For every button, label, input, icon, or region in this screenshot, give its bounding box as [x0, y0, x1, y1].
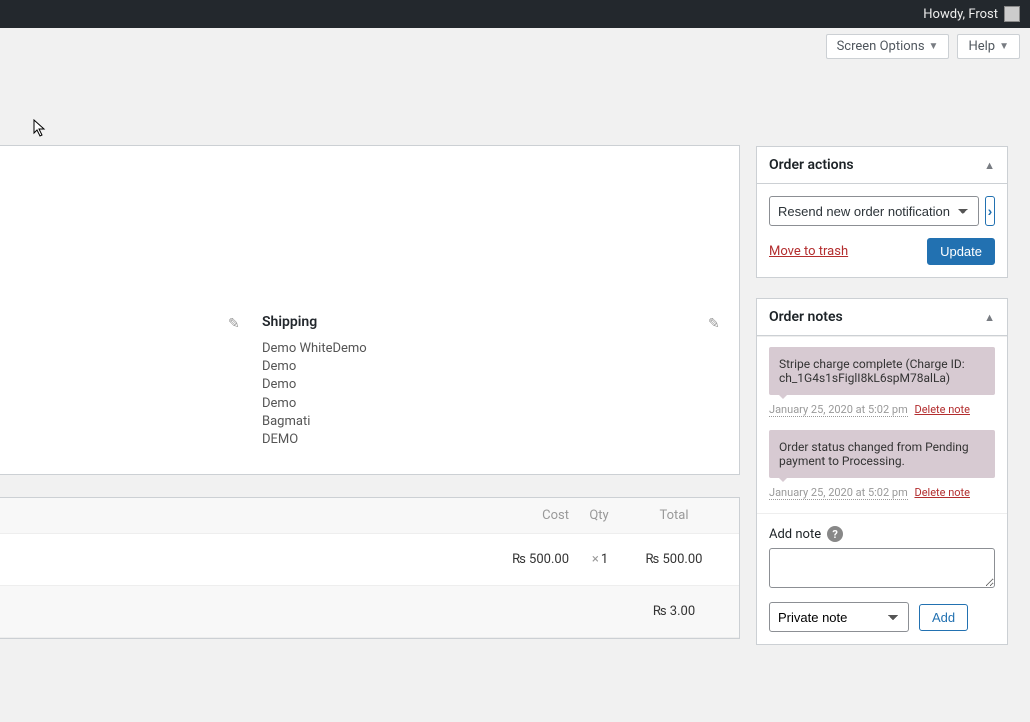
note-text: Stripe charge complete (Charge ID: ch_1G… — [779, 357, 965, 385]
content-area: ✎ ✎ Shipping Demo WhiteDemo Demo Demo De… — [0, 56, 1030, 722]
add-note-section: Add note ? Private note Add — [757, 513, 1007, 644]
note-textarea[interactable] — [769, 548, 995, 588]
address-line: Demo — [262, 395, 367, 413]
note-meta: January 25, 2020 at 5:02 pm Delete note — [769, 403, 995, 416]
table-row[interactable]: ₨ 3.00 — [0, 586, 739, 638]
avatar[interactable] — [1004, 6, 1020, 22]
chevron-right-icon: › — [988, 203, 993, 219]
col-header-total: Total — [629, 508, 719, 523]
qty-value: 1 — [601, 552, 608, 567]
note-timestamp: January 25, 2020 at 5:02 pm — [769, 486, 908, 500]
move-to-trash-link[interactable]: Move to trash — [769, 244, 848, 259]
panel-header[interactable]: Order notes ▲ — [757, 299, 1007, 336]
address-line: Bagmati — [262, 413, 367, 431]
side-column: Order actions ▲ Resend new order notific… — [756, 146, 1008, 665]
add-note-label-row: Add note ? — [769, 526, 995, 542]
table-row[interactable]: ₨ 500.00 ×1 ₨ 500.00 — [0, 534, 739, 586]
note-text: Order status changed from Pending paymen… — [779, 440, 969, 468]
help-icon[interactable]: ? — [827, 526, 843, 542]
order-action-select[interactable]: Resend new order notification — [769, 196, 979, 226]
chevron-down-icon: ▼ — [929, 41, 939, 52]
pencil-icon[interactable]: ✎ — [708, 316, 720, 332]
topbar: Screen Options ▼ Help ▼ — [0, 28, 1030, 59]
col-header-cost: Cost — [489, 508, 569, 523]
address-line: Demo — [262, 376, 367, 394]
qty-prefix: × — [592, 552, 599, 567]
shipping-title: Shipping — [262, 314, 367, 330]
order-details-panel: ✎ ✎ Shipping Demo WhiteDemo Demo Demo De… — [0, 145, 740, 475]
notes-list: Stripe charge complete (Charge ID: ch_1G… — [757, 336, 1007, 499]
screen-options-label: Screen Options — [837, 39, 925, 54]
add-note-label: Add note — [769, 527, 821, 542]
order-items-table: Cost Qty Total ₨ 500.00 ×1 ₨ 500.00 ₨ 3.… — [0, 497, 740, 639]
update-button[interactable]: Update — [927, 238, 995, 265]
delete-note-link[interactable]: Delete note — [914, 403, 970, 416]
table-header: Cost Qty Total — [0, 498, 739, 534]
item-cost: ₨ 500.00 — [489, 552, 569, 567]
help-label: Help — [968, 39, 995, 54]
pencil-icon[interactable]: ✎ — [228, 316, 240, 332]
col-header-qty: Qty — [569, 508, 629, 523]
item-total: ₨ 500.00 — [629, 552, 719, 567]
shipping-block: Shipping Demo WhiteDemo Demo Demo Demo B… — [262, 314, 367, 449]
note-meta: January 25, 2020 at 5:02 pm Delete note — [769, 486, 995, 499]
note-type-select[interactable]: Private note — [769, 602, 909, 632]
main-column: ✎ ✎ Shipping Demo WhiteDemo Demo Demo De… — [0, 56, 740, 639]
note-actions: Private note Add — [769, 602, 995, 632]
chevron-up-icon[interactable]: ▲ — [984, 311, 995, 324]
address-line: Demo — [262, 358, 367, 376]
spacer — [569, 604, 629, 619]
note-timestamp: January 25, 2020 at 5:02 pm — [769, 403, 908, 417]
chevron-up-icon[interactable]: ▲ — [984, 159, 995, 172]
delete-note-link[interactable]: Delete note — [914, 486, 970, 499]
action-row: Resend new order notification › — [769, 196, 995, 226]
summary-total: ₨ 3.00 — [629, 604, 719, 619]
action-footer: Move to trash Update — [769, 238, 995, 265]
order-actions-panel: Order actions ▲ Resend new order notific… — [756, 146, 1008, 278]
address-line: DEMO — [262, 431, 367, 449]
greeting-text[interactable]: Howdy, Frost — [923, 7, 998, 22]
add-note-button[interactable]: Add — [919, 604, 968, 631]
order-notes-panel: Order notes ▲ Stripe charge complete (Ch… — [756, 298, 1008, 645]
panel-body: Resend new order notification › Move to … — [757, 184, 1007, 277]
order-note: Stripe charge complete (Charge ID: ch_1G… — [769, 347, 995, 395]
item-qty: ×1 — [569, 552, 629, 567]
apply-action-button[interactable]: › — [985, 196, 995, 226]
chevron-down-icon: ▼ — [999, 41, 1009, 52]
order-note: Order status changed from Pending paymen… — [769, 430, 995, 478]
panel-title: Order actions — [769, 157, 854, 173]
spacer — [489, 604, 569, 619]
panel-header[interactable]: Order actions ▲ — [757, 147, 1007, 184]
address-line: Demo WhiteDemo — [262, 340, 367, 358]
panel-title: Order notes — [769, 309, 843, 325]
admin-bar: Howdy, Frost — [0, 0, 1030, 28]
